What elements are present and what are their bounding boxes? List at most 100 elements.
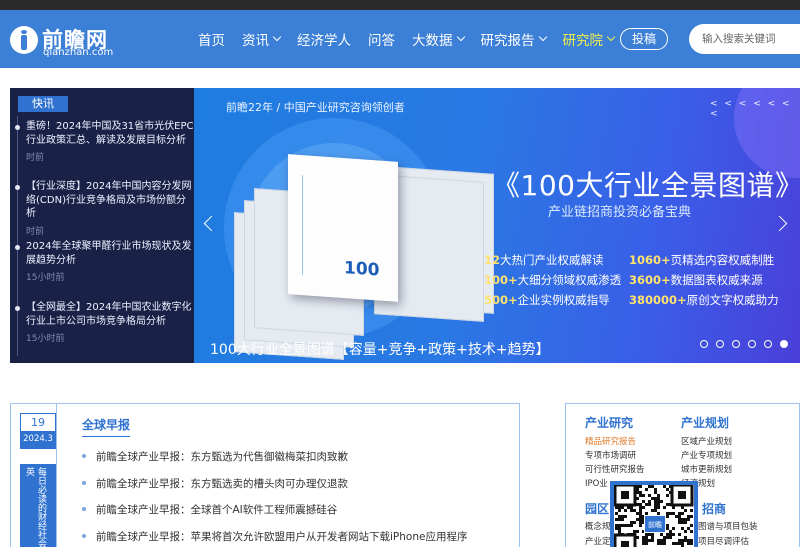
search-box xyxy=(689,24,800,54)
slogan-column: 每日必读的财经社会精英 xyxy=(20,464,56,547)
column-heading[interactable]: 产业研究 xyxy=(585,414,685,431)
list-item[interactable]: 前瞻全球产业早报：东方甄选为代售御徽梅菜扣肉致歉 xyxy=(82,449,512,476)
carousel-dot[interactable] xyxy=(780,340,788,348)
nav-item-label: 问答 xyxy=(368,33,395,49)
industry-planning-col: 产业规划 区域产业规划 产业专项规划 城市更新规划 经济规划 xyxy=(681,414,781,491)
service-link[interactable]: 概念规 xyxy=(585,520,611,532)
banner-subheadline: 产业链招商投资必备宝典 xyxy=(548,205,692,220)
feature-item: 380000+原创文字权威助力 xyxy=(629,293,779,307)
hero-banner[interactable]: 前瞻22年 / 中国产业研究咨询领创者 < < < < < < < 100 《1… xyxy=(194,88,800,363)
morning-news-panel: 19 2024.3 每日必读的财经社会精英 全球早报 前瞻全球产业早报：东方甄选… xyxy=(10,403,520,547)
slogan-text: 每日必读的财经社会精英 xyxy=(24,467,46,547)
nav-item-label: 研究院 xyxy=(562,33,604,49)
list-item[interactable]: 前瞻全球产业早报：东方甄选卖的槽头肉可办理仅退款 xyxy=(82,476,512,503)
feature-item: 100+大细分领域权威渗透 xyxy=(484,273,622,287)
chevron-down-icon xyxy=(272,32,282,42)
timeline-line xyxy=(17,116,18,356)
news-title[interactable]: 2024年全球聚甲醛行业市场现状及发展趋势分析 xyxy=(26,240,194,267)
news-item[interactable]: 【行业深度】2024年中国内容分发网络(CDN)行业竞争格局及市场份额分析 时前 xyxy=(15,180,194,237)
service-link[interactable]: 专项市场调研 xyxy=(585,449,685,463)
news-time: 时前 xyxy=(26,226,45,237)
qr-code-popup: 前瞻 xyxy=(610,481,698,547)
service-link[interactable]: 可行性研究报告 xyxy=(585,463,685,477)
news-time: 15小时前 xyxy=(26,334,65,344)
column-heading[interactable]: 产业规划 xyxy=(681,414,781,431)
feature-item: 1060+页精选内容权威制胜 xyxy=(629,253,775,267)
service-link[interactable]: 项目尽调评估 xyxy=(698,535,749,547)
kuaixun-title: 快讯 xyxy=(18,96,68,112)
qr-code-icon: 前瞻 xyxy=(614,485,694,547)
feature-item: 3600+数据图表权威来源 xyxy=(629,273,763,287)
date-badge: 19 2024.3 xyxy=(20,413,56,449)
industry-research-col: 产业研究 精品研究报告 专项市场调研 可行性研究报告 IPO业 xyxy=(585,414,685,491)
date-year-month: 2024.3 xyxy=(21,431,55,448)
timeline-dot xyxy=(15,125,20,130)
divider xyxy=(56,404,57,547)
service-link[interactable]: 精品研究报告 xyxy=(585,435,685,449)
banner-arrows: < < < < < < < xyxy=(710,99,792,119)
carousel-dot[interactable] xyxy=(700,340,708,348)
service-link[interactable]: 城市更新规划 xyxy=(681,463,781,477)
banner-caption[interactable]: 100大行业全景图谱【容量+竞争+政策+技术+趋势】 xyxy=(210,339,550,359)
news-time: 时前 xyxy=(26,153,45,163)
section-title[interactable]: 全球早报 xyxy=(82,416,131,437)
qr-center-logo: 前瞻 xyxy=(644,515,666,533)
nav-item-label: 大数据 xyxy=(412,33,453,49)
carousel-dot[interactable] xyxy=(764,340,772,348)
nav-item-label: 首页 xyxy=(198,33,225,49)
carousel-dot[interactable] xyxy=(732,340,740,348)
next-slide-icon[interactable] xyxy=(771,215,788,232)
column-heading[interactable]: 招商 xyxy=(702,500,726,517)
nav-item-label: 资讯 xyxy=(242,33,269,49)
banner-tagline: 前瞻22年 / 中国产业研究咨询领创者 xyxy=(226,101,405,114)
news-title[interactable]: 【行业深度】2024年中国内容分发网络(CDN)行业竞争格局及市场份额分析 xyxy=(26,180,194,221)
chevron-down-icon xyxy=(606,32,616,42)
chevron-down-icon xyxy=(538,32,547,42)
news-time: 15小时前 xyxy=(26,273,65,283)
main-nav: 首页 资讯 经济学人 问答 大数据 研究报告 研究院 xyxy=(198,10,631,68)
service-link[interactable]: 产业专项规划 xyxy=(681,449,781,463)
logo-icon xyxy=(10,26,38,54)
kuaixun-panel: 快讯 重磅！2024年中国及31省市光伏EPC行业政策汇总、解读及发展目标分析 … xyxy=(10,88,194,363)
banner-headline: 《100大行业全景图谱》 xyxy=(492,169,800,202)
nav-item[interactable]: 大数据 xyxy=(412,29,465,49)
news-item[interactable]: 重磅！2024年中国及31省市光伏EPC行业政策汇总、解读及发展目标分析 时前 xyxy=(15,120,194,163)
timeline-dot xyxy=(15,245,20,250)
nav-item-label: 研究报告 xyxy=(480,33,535,49)
carousel-dot[interactable] xyxy=(716,340,724,348)
news-title[interactable]: 【全网最全】2024年中国农业数字化行业上市公司市场竞争格局分析 xyxy=(26,301,194,328)
nav-item[interactable]: 问答 xyxy=(368,29,395,49)
header-bar: 前瞻网 qianzhan.com 首页 资讯 经济学人 问答 大数据 研究报告 研究院 投稿 xyxy=(0,10,800,68)
feature-item: 12大热门产业权威解读 xyxy=(484,253,604,267)
morning-news-list: 前瞻全球产业早报：东方甄选为代售御徽梅菜扣肉致歉 前瞻全球产业早报：东方甄选卖的… xyxy=(82,449,512,547)
nav-item[interactable]: 资讯 xyxy=(242,29,282,49)
service-link[interactable]: 区域产业规划 xyxy=(681,435,781,449)
nav-item[interactable]: 研究报告 xyxy=(480,29,547,49)
chevron-down-icon xyxy=(456,32,465,42)
list-item[interactable]: 前瞻全球产业早报：全球首个AI软件工程师震撼硅谷 xyxy=(82,502,512,529)
site-logo[interactable]: 前瞻网 qianzhan.com xyxy=(10,24,114,58)
tougao-button[interactable]: 投稿 xyxy=(620,28,668,50)
nav-item[interactable]: 研究院 xyxy=(562,29,616,49)
carousel-dots xyxy=(700,340,796,348)
timeline-dot xyxy=(15,185,20,190)
service-link[interactable]: 图谱与项目包装 xyxy=(698,520,758,532)
search-input[interactable] xyxy=(689,24,800,54)
carousel-dot[interactable] xyxy=(748,340,756,348)
feature-item: 500+企业实例权威指导 xyxy=(484,293,610,307)
nav-item[interactable]: 经济学人 xyxy=(297,29,351,49)
date-day: 19 xyxy=(21,414,55,431)
timeline-dot xyxy=(15,306,20,311)
list-item[interactable]: 前瞻全球产业早报：苹果将首次允许欧盟用户从开发者网站下载iPhone应用程序 xyxy=(82,529,512,547)
prev-slide-icon[interactable] xyxy=(203,215,220,232)
column-heading[interactable]: 园区 xyxy=(585,500,609,517)
news-item[interactable]: 【全网最全】2024年中国农业数字化行业上市公司市场竞争格局分析 15小时前 xyxy=(15,301,194,344)
book-cover-title: 100 xyxy=(344,258,380,281)
logo-domain: qianzhan.com xyxy=(43,47,114,58)
service-link[interactable]: 产业定 xyxy=(585,535,611,547)
news-item[interactable]: 2024年全球聚甲醛行业市场现状及发展趋势分析 15小时前 xyxy=(15,240,194,283)
news-title[interactable]: 重磅！2024年中国及31省市光伏EPC行业政策汇总、解读及发展目标分析 xyxy=(26,120,194,147)
nav-item-label: 经济学人 xyxy=(297,33,351,49)
top-strip xyxy=(0,0,800,10)
nav-item[interactable]: 首页 xyxy=(198,29,225,49)
